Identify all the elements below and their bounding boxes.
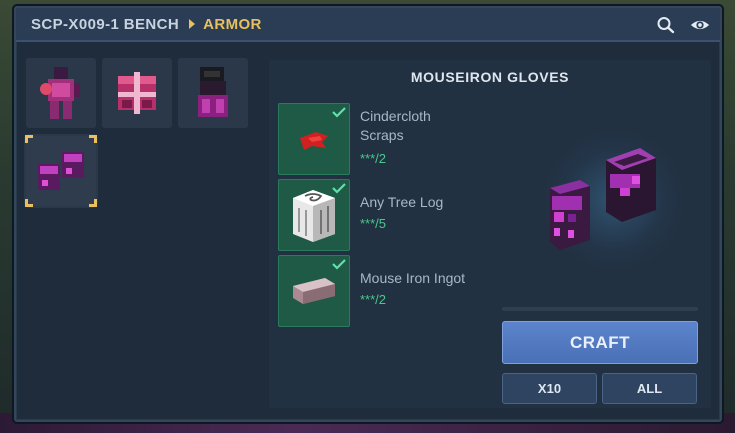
recipe-detail-panel: MOUSEIRON GLOVES Cindercloth Scraps ***/… [269, 60, 711, 408]
recipe-slot-gloves[interactable] [25, 135, 97, 207]
ingredient-name: Cindercloth Scraps [360, 108, 431, 143]
ingredient-slot[interactable] [278, 255, 350, 327]
title-bar: SCP-X009-1 BENCH ARMOR [16, 8, 720, 42]
ingredient-name: Any Tree Log [360, 194, 444, 210]
breadcrumb-category: ARMOR [203, 15, 262, 33]
craft-progress-bar [502, 307, 698, 311]
ingredient-slot[interactable] [278, 179, 350, 251]
craft-x10-button[interactable]: X10 [502, 373, 597, 404]
selection-corner [89, 135, 97, 143]
armor-legs-icon [198, 67, 228, 117]
check-icon [332, 107, 346, 118]
item-preview [524, 100, 699, 300]
breadcrumb-bench[interactable]: SCP-X009-1 BENCH [31, 16, 179, 33]
ingredient-quantity: ***/2 [360, 151, 387, 166]
recipe-slot-legs[interactable] [178, 58, 248, 128]
gloves-preview-icon [550, 148, 656, 250]
ingredient-slot[interactable] [278, 103, 350, 175]
ingredient-name: Mouse Iron Ingot [360, 270, 466, 286]
gloves-icon [38, 152, 84, 190]
armor-box-icon [118, 72, 156, 114]
selection-corner [25, 135, 33, 143]
armor-chest-icon [40, 67, 80, 119]
ingredient-quantity: ***/5 [360, 216, 387, 231]
selection-corner [25, 199, 33, 207]
breadcrumb-arrow-icon [189, 19, 196, 29]
recipe-slot-chest[interactable] [26, 58, 96, 128]
craft-button[interactable]: CRAFT [502, 321, 698, 364]
check-icon [332, 259, 346, 270]
ingredient-row: Cindercloth Scraps ***/2 [278, 103, 468, 175]
tree-log-icon [293, 190, 335, 242]
ingredient-row: Any Tree Log ***/5 [278, 179, 468, 251]
ingredient-row: Mouse Iron Ingot ***/2 [278, 255, 468, 327]
item-title: MOUSEIRON GLOVES [410, 69, 570, 85]
search-icon[interactable] [656, 16, 676, 34]
craft-all-button[interactable]: ALL [602, 373, 697, 404]
recipe-slot-box[interactable] [102, 58, 172, 128]
check-icon [332, 183, 346, 194]
selection-corner [89, 199, 97, 207]
eye-icon[interactable] [690, 16, 710, 34]
iron-ingot-icon [293, 278, 335, 304]
cloth-scrap-icon [300, 132, 328, 150]
crafting-window: SCP-X009-1 BENCH ARMOR MOUSEIRON GLOVES … [14, 6, 722, 422]
ingredient-quantity: ***/2 [360, 292, 387, 307]
